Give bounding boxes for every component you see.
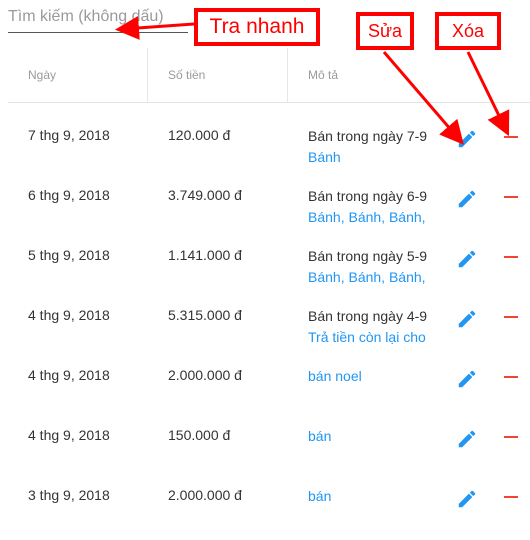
row-description: Bán trong ngày 7-9 Bánh [308,127,430,167]
edit-button[interactable] [456,128,478,150]
row-description: bán [308,427,430,445]
row-amount: 150.000 đ [168,427,231,443]
row-description-title[interactable]: bán [308,427,430,445]
row-amount: 120.000 đ [168,127,231,143]
table-header: Ngày Số tiền Mô tả [8,48,530,103]
row-date: 7 thg 9, 2018 [28,127,110,143]
column-header-amount[interactable]: Số tiền [148,48,288,102]
edit-button[interactable] [456,188,478,210]
table-row[interactable]: 6 thg 9, 2018 3.749.000 đ Bán trong ngày 6… [8,176,530,236]
minus-icon [504,496,518,498]
row-description: Bán trong ngày 4-9 Trả tiền còn lại cho [308,307,430,347]
edit-button[interactable] [456,308,478,330]
delete-button[interactable] [502,366,520,388]
edit-button[interactable] [456,248,478,270]
table-row[interactable]: 4 thg 9, 2018 150.000 đ bán [8,416,530,476]
minus-icon [504,136,518,138]
row-date: 4 thg 9, 2018 [28,367,110,383]
search-box[interactable] [8,4,188,33]
row-amount: 2.000.000 đ [168,487,242,503]
delete-button[interactable] [502,126,520,148]
row-date: 4 thg 9, 2018 [28,307,110,323]
row-description-title: Bán trong ngày 7-9 [308,128,428,144]
table-row[interactable]: 3 thg 9, 2018 2.000.000 đ bán [8,476,530,536]
row-description: Bán trong ngày 6-9 Bánh, Bánh, Bánh, Bánh [308,187,430,227]
minus-icon [504,436,518,438]
row-description-title: Bán trong ngày 6-9 [308,188,428,204]
edit-button[interactable] [456,368,478,390]
row-date: 5 thg 9, 2018 [28,247,110,263]
pencil-icon [458,130,476,148]
table-row[interactable]: 7 thg 9, 2018 120.000 đ Bán trong ngày 7-9… [8,116,530,176]
row-description-tags[interactable]: Bánh, Bánh, Bánh, Bánh [308,207,430,227]
edit-button[interactable] [456,428,478,450]
minus-icon [504,316,518,318]
pencil-icon [458,310,476,328]
row-date: 4 thg 9, 2018 [28,427,110,443]
pencil-icon [458,370,476,388]
pencil-icon [458,430,476,448]
column-header-date[interactable]: Ngày [8,48,148,102]
delete-button[interactable] [502,426,520,448]
annotation-lookup: Tra nhanh [194,8,320,46]
pencil-icon [458,190,476,208]
delete-button[interactable] [502,486,520,508]
row-description-title: Bán trong ngày 4-9 [308,308,428,324]
row-description-tags[interactable]: Bánh [308,147,430,167]
row-date: 3 thg 9, 2018 [28,487,110,503]
row-amount: 2.000.000 đ [168,367,242,383]
row-description-tags[interactable]: Trả tiền còn lại cho [308,327,430,347]
row-amount: 5.315.000 đ [168,307,242,323]
row-amount: 1.141.000 đ [168,247,242,263]
row-description: Bán trong ngày 5-9 Bánh, Bánh, Bánh, Bánh [308,247,430,287]
table-row[interactable]: 5 thg 9, 2018 1.141.000 đ Bán trong ngày 5… [8,236,530,296]
table-row[interactable]: 4 thg 9, 2018 5.315.000 đ Bán trong ngày 4… [8,296,530,356]
row-description-title[interactable]: bán noel [308,367,430,385]
edit-button[interactable] [456,488,478,510]
annotation-delete: Xóa [435,12,501,50]
delete-button[interactable] [502,306,520,328]
delete-button[interactable] [502,186,520,208]
row-date: 6 thg 9, 2018 [28,187,110,203]
minus-icon [504,376,518,378]
row-description: bán noel [308,367,430,385]
search-input[interactable] [8,4,188,26]
minus-icon [504,196,518,198]
row-description-title[interactable]: bán [308,487,430,505]
pencil-icon [458,490,476,508]
table-row[interactable]: 4 thg 9, 2018 2.000.000 đ bán noel [8,356,530,416]
minus-icon [504,256,518,258]
pencil-icon [458,250,476,268]
annotation-edit: Sửa [356,12,414,50]
row-description: bán [308,487,430,505]
delete-button[interactable] [502,246,520,268]
row-description-title: Bán trong ngày 5-9 [308,248,428,264]
column-header-description[interactable]: Mô tả [288,48,488,102]
row-amount: 3.749.000 đ [168,187,242,203]
row-description-tags[interactable]: Bánh, Bánh, Bánh, Bánh [308,267,430,287]
